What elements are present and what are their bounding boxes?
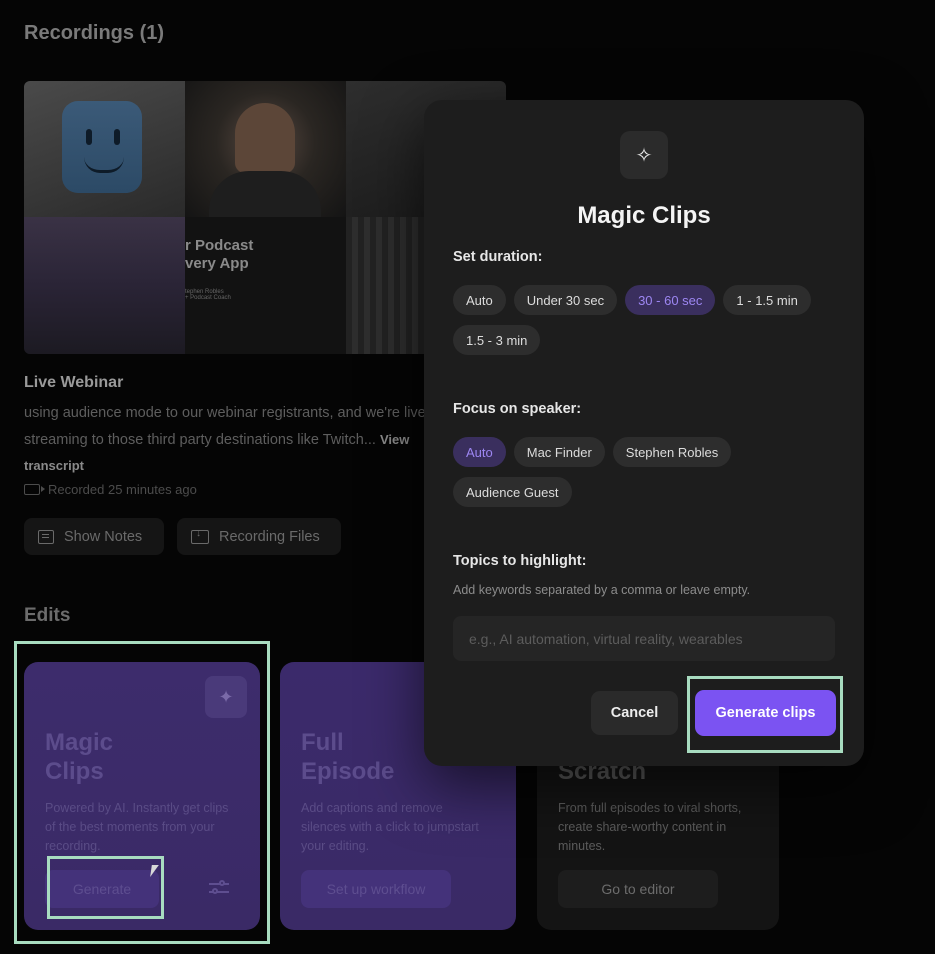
slide-caption: tephen Robles + Podcast Coach	[185, 289, 231, 301]
generate-button[interactable]: Generate	[45, 870, 159, 908]
duration-chip-auto[interactable]: Auto	[453, 285, 506, 315]
speaker-chip-stephen-robles[interactable]: Stephen Robles	[612, 437, 732, 467]
recording-files-button[interactable]: Recording Files	[177, 518, 341, 555]
speaker-chip-mac-finder[interactable]: Mac Finder	[513, 437, 605, 467]
topics-input[interactable]	[453, 616, 835, 661]
cancel-button[interactable]: Cancel	[591, 691, 678, 735]
camera-icon	[24, 484, 45, 495]
recording-files-label: Recording Files	[219, 528, 320, 545]
card-description: Add captions and remove silences with a …	[301, 801, 479, 853]
duration-chip-under-30-sec[interactable]: Under 30 sec	[513, 285, 618, 315]
set-up-workflow-button[interactable]: Set up workflow	[301, 870, 451, 908]
duration-chip-1.5-3-min[interactable]: 1.5 - 3 min	[453, 325, 541, 355]
sparkle-icon: ✦	[205, 676, 247, 718]
magic-clips-card[interactable]: ✦ Magic Clips Powered by AI. Instantly g…	[24, 662, 260, 930]
page: Recordings (1) r Podcast very App tephen…	[0, 0, 935, 954]
show-notes-button[interactable]: Show Notes	[24, 518, 164, 555]
duration-chip-1-1.5-min[interactable]: 1 - 1.5 min	[723, 285, 811, 315]
speaker-chip-auto[interactable]: Auto	[453, 437, 506, 467]
video-tile-slide: r Podcast very App tephen Robles + Podca…	[185, 217, 346, 354]
recorded-time: Recorded 25 minutes ago	[24, 482, 197, 497]
notes-icon	[38, 529, 54, 544]
topics-hint: Add keywords separated by a comma or lea…	[453, 583, 751, 597]
go-to-editor-button[interactable]: Go to editor	[558, 870, 718, 908]
duration-options: Auto Under 30 sec 30 - 60 sec 1 - 1.5 mi…	[453, 285, 848, 355]
sparkle-icon: ✧	[620, 131, 668, 179]
finder-mascot	[62, 101, 142, 193]
recorded-time-text: Recorded 25 minutes ago	[48, 482, 197, 497]
sliders-icon[interactable]	[209, 880, 229, 896]
duration-label: Set duration:	[453, 249, 543, 265]
card-title: Magic Clips	[45, 729, 114, 785]
video-tile-abstract	[24, 217, 185, 354]
speaker-options: Auto Mac Finder Stephen Robles Audience …	[453, 437, 848, 507]
card-description: From full episodes to viral shorts, crea…	[558, 801, 742, 853]
card-title: Full Episode	[301, 729, 395, 785]
magic-clips-dialog: ✧ Magic Clips Set duration: Auto Under 3…	[424, 100, 864, 766]
generate-clips-button[interactable]: Generate clips	[695, 690, 836, 736]
dialog-title: Magic Clips	[577, 202, 711, 229]
folder-download-icon	[191, 528, 209, 544]
speaker-label: Focus on speaker:	[453, 401, 582, 417]
speaker-chip-audience-guest[interactable]: Audience Guest	[453, 477, 572, 507]
video-tile-finder	[24, 81, 185, 217]
show-notes-label: Show Notes	[64, 528, 143, 545]
recording-description-text: using audience mode to our webinar regis…	[24, 405, 426, 448]
video-tile-speaker	[185, 81, 346, 217]
topics-label: Topics to highlight:	[453, 553, 587, 569]
recording-description: using audience mode to our webinar regis…	[24, 401, 444, 480]
recordings-title: Recordings (1)	[24, 22, 165, 44]
card-description: Powered by AI. Instantly get clips of th…	[45, 801, 229, 853]
edits-title: Edits	[24, 605, 71, 626]
recording-title: Live Webinar	[24, 374, 124, 391]
slide-title: r Podcast very App	[185, 237, 254, 272]
duration-chip-30-60-sec[interactable]: 30 - 60 sec	[625, 285, 716, 315]
